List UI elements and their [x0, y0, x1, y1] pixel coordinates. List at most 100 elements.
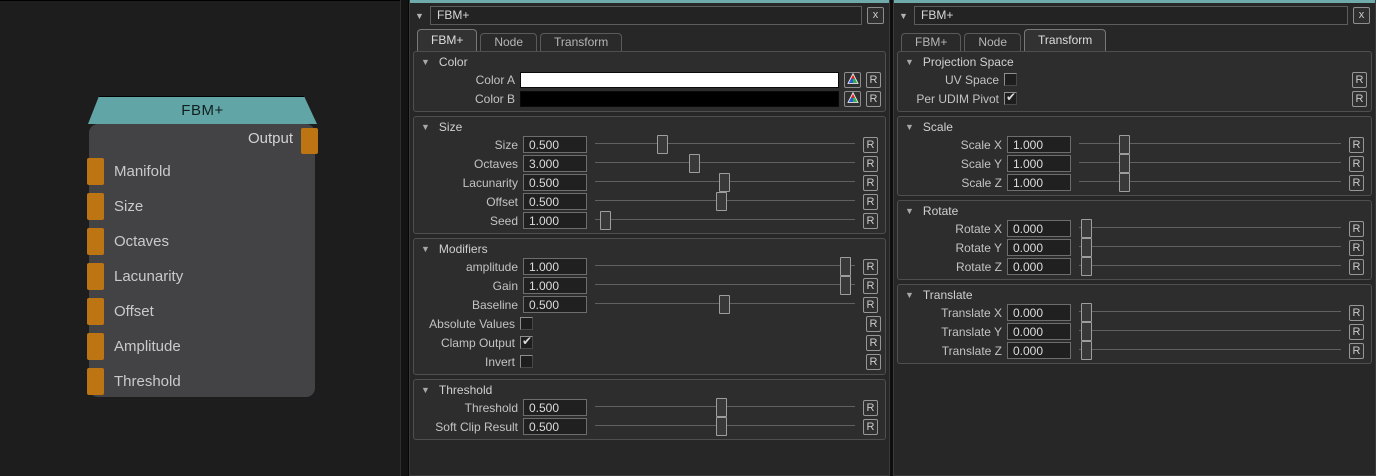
soft-clip-result-slider-handle[interactable]: [716, 417, 727, 436]
scale-y-slider-handle[interactable]: [1119, 154, 1130, 173]
translate-x-reset-button[interactable]: R: [1349, 305, 1364, 321]
section-header[interactable]: ▼Threshold: [418, 381, 881, 398]
panel-close-button[interactable]: x: [867, 7, 884, 24]
fbm-node-header[interactable]: FBM+: [88, 96, 317, 124]
invert-reset-button[interactable]: R: [866, 354, 881, 370]
threshold-slider-handle[interactable]: [716, 398, 727, 417]
uv-space-reset-button[interactable]: R: [1352, 72, 1367, 88]
scale-x-reset-button[interactable]: R: [1349, 137, 1364, 153]
translate-x-value-input[interactable]: [1007, 304, 1071, 321]
translate-x-slider-handle[interactable]: [1081, 303, 1092, 322]
clamp-output-checkbox[interactable]: ✔: [520, 336, 533, 349]
size-slider[interactable]: [595, 135, 855, 154]
amplitude-input-port[interactable]: [87, 333, 104, 360]
scale-y-slider[interactable]: [1079, 154, 1341, 173]
translate-y-reset-button[interactable]: R: [1349, 324, 1364, 340]
size-input-port[interactable]: [87, 193, 104, 220]
translate-z-slider[interactable]: [1079, 341, 1341, 360]
baseline-reset-button[interactable]: R: [863, 297, 878, 313]
lacunarity-slider[interactable]: [595, 173, 855, 192]
section-header[interactable]: ▼Translate: [902, 286, 1367, 303]
translate-y-value-input[interactable]: [1007, 323, 1071, 340]
translate-y-slider-handle[interactable]: [1081, 322, 1092, 341]
scale-z-reset-button[interactable]: R: [1349, 175, 1364, 191]
soft-clip-result-slider[interactable]: [595, 417, 855, 436]
fbm-node[interactable]: FBM+ Output ManifoldSizeOctavesLacunarit…: [88, 96, 317, 397]
offset-slider[interactable]: [595, 192, 855, 211]
color-a-swatch[interactable]: [520, 72, 839, 88]
color-b-reset-button[interactable]: R: [866, 91, 881, 107]
tab-fbm-[interactable]: FBM+: [901, 33, 961, 51]
per-udim-pivot-checkbox[interactable]: ✔: [1004, 92, 1017, 105]
color-a-reset-button[interactable]: R: [866, 72, 881, 88]
translate-y-slider[interactable]: [1079, 322, 1341, 341]
offset-slider-handle[interactable]: [716, 192, 727, 211]
soft-clip-result-value-input[interactable]: [523, 418, 587, 435]
seed-slider-handle[interactable]: [600, 211, 611, 230]
rotate-x-slider[interactable]: [1079, 219, 1341, 238]
rotate-z-value-input[interactable]: [1007, 258, 1071, 275]
octaves-reset-button[interactable]: R: [863, 156, 878, 172]
lacunarity-slider-handle[interactable]: [719, 173, 730, 192]
tab-transform[interactable]: Transform: [540, 33, 622, 51]
translate-z-slider-handle[interactable]: [1081, 341, 1092, 360]
section-header[interactable]: ▼Projection Space: [902, 53, 1367, 70]
per-udim-pivot-reset-button[interactable]: R: [1352, 91, 1367, 107]
octaves-slider[interactable]: [595, 154, 855, 173]
amplitude-slider[interactable]: [595, 257, 855, 276]
manifold-input-port[interactable]: [87, 158, 104, 185]
rotate-y-value-input[interactable]: [1007, 239, 1071, 256]
scale-y-reset-button[interactable]: R: [1349, 156, 1364, 172]
collapse-arrow-icon[interactable]: ▼: [415, 11, 425, 21]
node-graph-canvas[interactable]: FBM+ Output ManifoldSizeOctavesLacunarit…: [0, 0, 400, 476]
lacunarity-input-port[interactable]: [87, 263, 104, 290]
rotate-y-reset-button[interactable]: R: [1349, 240, 1364, 256]
gain-reset-button[interactable]: R: [863, 278, 878, 294]
soft-clip-result-reset-button[interactable]: R: [863, 419, 878, 435]
threshold-value-input[interactable]: [523, 399, 587, 416]
rotate-z-reset-button[interactable]: R: [1349, 259, 1364, 275]
clamp-output-reset-button[interactable]: R: [866, 335, 881, 351]
baseline-slider-handle[interactable]: [719, 295, 730, 314]
scale-z-slider[interactable]: [1079, 173, 1341, 192]
rotate-z-slider[interactable]: [1079, 257, 1341, 276]
lacunarity-value-input[interactable]: [523, 174, 587, 191]
threshold-input-port[interactable]: [87, 368, 104, 395]
scale-x-value-input[interactable]: [1007, 136, 1071, 153]
threshold-reset-button[interactable]: R: [863, 400, 878, 416]
translate-z-value-input[interactable]: [1007, 342, 1071, 359]
section-header[interactable]: ▼Scale: [902, 118, 1367, 135]
rotate-x-reset-button[interactable]: R: [1349, 221, 1364, 237]
seed-slider[interactable]: [595, 211, 855, 230]
section-header[interactable]: ▼Size: [418, 118, 881, 135]
rotate-x-slider-handle[interactable]: [1081, 219, 1092, 238]
scale-y-value-input[interactable]: [1007, 155, 1071, 172]
octaves-input-port[interactable]: [87, 228, 104, 255]
threshold-slider[interactable]: [595, 398, 855, 417]
collapse-arrow-icon[interactable]: ▼: [899, 11, 909, 21]
pane-splitter[interactable]: [400, 0, 409, 476]
scale-x-slider-handle[interactable]: [1119, 135, 1130, 154]
absolute-values-reset-button[interactable]: R: [866, 316, 881, 332]
rotate-z-slider-handle[interactable]: [1081, 257, 1092, 276]
section-header[interactable]: ▼Color: [418, 53, 881, 70]
octaves-value-input[interactable]: [523, 155, 587, 172]
lacunarity-reset-button[interactable]: R: [863, 175, 878, 191]
offset-input-port[interactable]: [87, 298, 104, 325]
scale-x-slider[interactable]: [1079, 135, 1341, 154]
color-b-picker-button[interactable]: [844, 91, 861, 107]
gain-value-input[interactable]: [523, 277, 587, 294]
baseline-slider[interactable]: [595, 295, 855, 314]
rotate-x-value-input[interactable]: [1007, 220, 1071, 237]
baseline-value-input[interactable]: [523, 296, 587, 313]
section-header[interactable]: ▼Rotate: [902, 202, 1367, 219]
offset-value-input[interactable]: [523, 193, 587, 210]
absolute-values-checkbox[interactable]: ✔: [520, 317, 533, 330]
color-b-swatch[interactable]: [520, 91, 839, 107]
color-a-picker-button[interactable]: [844, 72, 861, 88]
rotate-y-slider[interactable]: [1079, 238, 1341, 257]
section-header[interactable]: ▼Modifiers: [418, 240, 881, 257]
seed-reset-button[interactable]: R: [863, 213, 878, 229]
size-value-input[interactable]: [523, 136, 587, 153]
size-slider-handle[interactable]: [657, 135, 668, 154]
